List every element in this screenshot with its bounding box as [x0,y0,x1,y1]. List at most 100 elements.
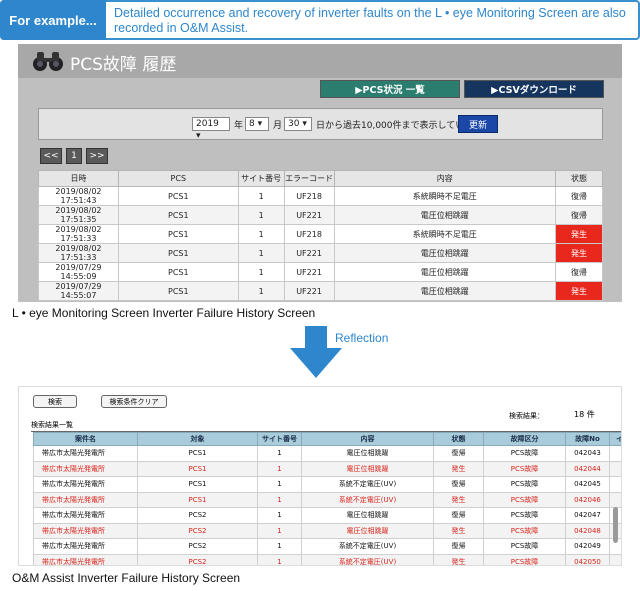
cell-extra [609,445,621,462]
pager-next-button[interactable]: >> [86,148,108,164]
cell-site-no: 1 [257,460,302,477]
year-value: 2019 [196,119,219,129]
cell-status: 発生 [555,281,603,301]
cell-content: 系統不定電圧(UV) [301,553,434,565]
cell-site-no: 1 [257,476,302,493]
cell-extra [609,460,621,477]
cell-project: 帯広市太陽光発電所 [33,460,138,477]
col-error-code[interactable]: エラーコード [283,170,335,187]
cell-site-no: 1 [257,522,302,539]
cell-failure-no: 042044 [565,460,610,477]
cell-target: PCS2 [137,522,258,539]
cell-status: 発生 [433,460,484,477]
cell-status: 復帰 [433,445,484,462]
cell-content: 電圧位相跳躍 [301,460,434,477]
month-value: 8 [249,119,255,129]
cell-extra [609,553,621,565]
col-site-no[interactable]: サイト番号 [257,432,302,446]
day-select[interactable]: 30 ▾ [284,117,312,131]
table-row[interactable]: 帯広市太陽光発電所 PCS1 1 電圧位相跳躍 復帰 PCS故障 042043 [33,445,621,462]
cell-site: 1 [237,224,285,244]
col-project[interactable]: 案件名 [33,432,138,446]
cell-content: 系統不定電圧(UV) [301,491,434,508]
cell-failure-no: 042048 [565,522,610,539]
cell-content: 電圧位相跳躍 [301,445,434,462]
table-row[interactable]: 2019/08/02 17:51:33 PCS1 1 UF221 電圧位相跳躍 発生 [38,243,603,263]
failure-history-table: 日時 PCS サイト番号 エラーコード 内容 状態 2019/08/02 17:… [38,170,603,301]
cell-pcs: PCS1 [117,262,239,282]
table-row[interactable]: 2019/07/29 14:55:07 PCS1 1 UF221 電圧位相跳躍 発生 [38,281,603,301]
table-row[interactable]: 帯広市太陽光発電所 PCS1 1 系統不定電圧(UV) 発生 PCS故障 042046 [33,491,621,508]
cell-content: 電圧位相跳躍 [301,522,434,539]
cell-project: 帯広市太陽光発電所 [33,553,138,565]
cell-error-code: UF221 [283,281,335,301]
cell-content: 系統瞬時不足電圧 [333,224,557,244]
pager-page-button[interactable]: 1 [66,148,82,164]
cell-project: 帯広市太陽光発電所 [33,491,138,508]
table-row[interactable]: 帯広市太陽光発電所 PCS2 1 系統不定電圧(UV) 復帰 PCS故障 042049 [33,538,621,555]
table-row[interactable]: 2019/08/02 17:51:33 PCS1 1 UF218 系統瞬時不足電圧 発生 [38,224,603,244]
table-row[interactable]: 2019/08/02 17:51:35 PCS1 1 UF221 電圧位相跳躍 復帰 [38,205,603,225]
cell-status: 復帰 [555,262,603,282]
table-row[interactable]: 2019/07/29 14:55:09 PCS1 1 UF221 電圧位相跳躍 復帰 [38,262,603,282]
table-row[interactable]: 帯広市太陽光発電所 PCS2 1 電圧位相跳躍 復帰 PCS故障 042047 [33,507,621,524]
cell-site-no: 1 [257,491,302,508]
day-value: 30 [288,119,300,129]
table-row[interactable]: 帯広市太陽光発電所 PCS1 1 電圧位相跳躍 発生 PCS故障 042044 [33,460,621,477]
pcs-status-list-button[interactable]: ▶PCS状況 一覧 [320,80,460,98]
table-row[interactable]: 帯広市太陽光発電所 PCS1 1 系統不定電圧(UV) 復帰 PCS故障 042045 [33,476,621,493]
clear-conditions-button[interactable]: 検索条件クリア [101,395,167,408]
cell-target: PCS1 [137,491,258,508]
col-content[interactable]: 内容 [301,432,434,446]
cell-category: PCS故障 [483,445,566,462]
cell-content: 電圧位相跳躍 [301,507,434,524]
col-target[interactable]: 対象 [137,432,258,446]
table-row[interactable]: 2019/08/02 17:51:43 PCS1 1 UF218 系統瞬時不足電圧 復帰 [38,186,603,206]
cell-status: 復帰 [555,186,603,206]
cell-status: 発生 [433,491,484,508]
col-status[interactable]: 状態 [433,432,484,446]
col-category[interactable]: 故障区分 [483,432,566,446]
search-button[interactable]: 検索 [33,395,77,408]
cell-failure-no: 042049 [565,538,610,555]
csv-download-button[interactable]: ▶CSVダウンロード [464,80,604,98]
cell-project: 帯広市太陽光発電所 [33,522,138,539]
col-content[interactable]: 内容 [333,170,557,187]
update-button[interactable]: 更新 [458,115,498,133]
cell-category: PCS故障 [483,522,566,539]
col-status[interactable]: 状態 [555,170,603,187]
year-select[interactable]: 2019 ▾ [192,117,230,141]
cell-extra [609,491,621,508]
month-select[interactable]: 8 ▾ [245,117,269,131]
cell-status: 発生 [433,553,484,565]
table-row[interactable]: 帯広市太陽光発電所 PCS2 1 電圧位相跳躍 発生 PCS故障 042048 [33,522,621,539]
col-datetime[interactable]: 日時 [38,170,119,187]
oma-caption: O&M Assist Inverter Failure History Scre… [12,571,241,585]
oma-header-row: 案件名 対象 サイト番号 内容 状態 故障区分 故障No インジ [33,432,621,446]
col-failure-no[interactable]: 故障No [565,432,610,446]
cell-content: 系統不定電圧(UV) [301,538,434,555]
cell-content: 電圧位相跳躍 [333,243,557,263]
col-site[interactable]: サイト番号 [237,170,285,187]
col-pcs[interactable]: PCS [117,170,239,187]
col-extra[interactable]: インジ [609,432,621,446]
cell-target: PCS1 [137,476,258,493]
cell-failure-no: 042050 [565,553,610,565]
cell-project: 帯広市太陽光発電所 [33,538,138,555]
cell-error-code: UF221 [283,243,335,263]
reflection-label: Reflection [335,331,389,345]
table-row[interactable]: 帯広市太陽光発電所 PCS2 1 系統不定電圧(UV) 発生 PCS故障 042050 [33,553,621,565]
pager-prev-button[interactable]: << [40,148,62,164]
cell-category: PCS故障 [483,476,566,493]
scrollbar-thumb[interactable] [613,507,618,543]
cell-pcs: PCS1 [117,243,239,263]
cell-site: 1 [237,243,285,263]
cell-error-code: UF221 [283,205,335,225]
cell-failure-no: 042047 [565,507,610,524]
month-unit-label: 月 [273,121,283,131]
cell-content: 電圧位相跳躍 [333,281,557,301]
cell-content: 電圧位相跳躍 [333,262,557,282]
intro-banner: For example... Detailed occurrence and r… [0,0,640,40]
cell-site: 1 [237,281,285,301]
oma-screenshot: 検索 検索条件クリア 検索結果： 18 件 検索結果一覧 案件名 対象 サイト番… [18,386,622,566]
